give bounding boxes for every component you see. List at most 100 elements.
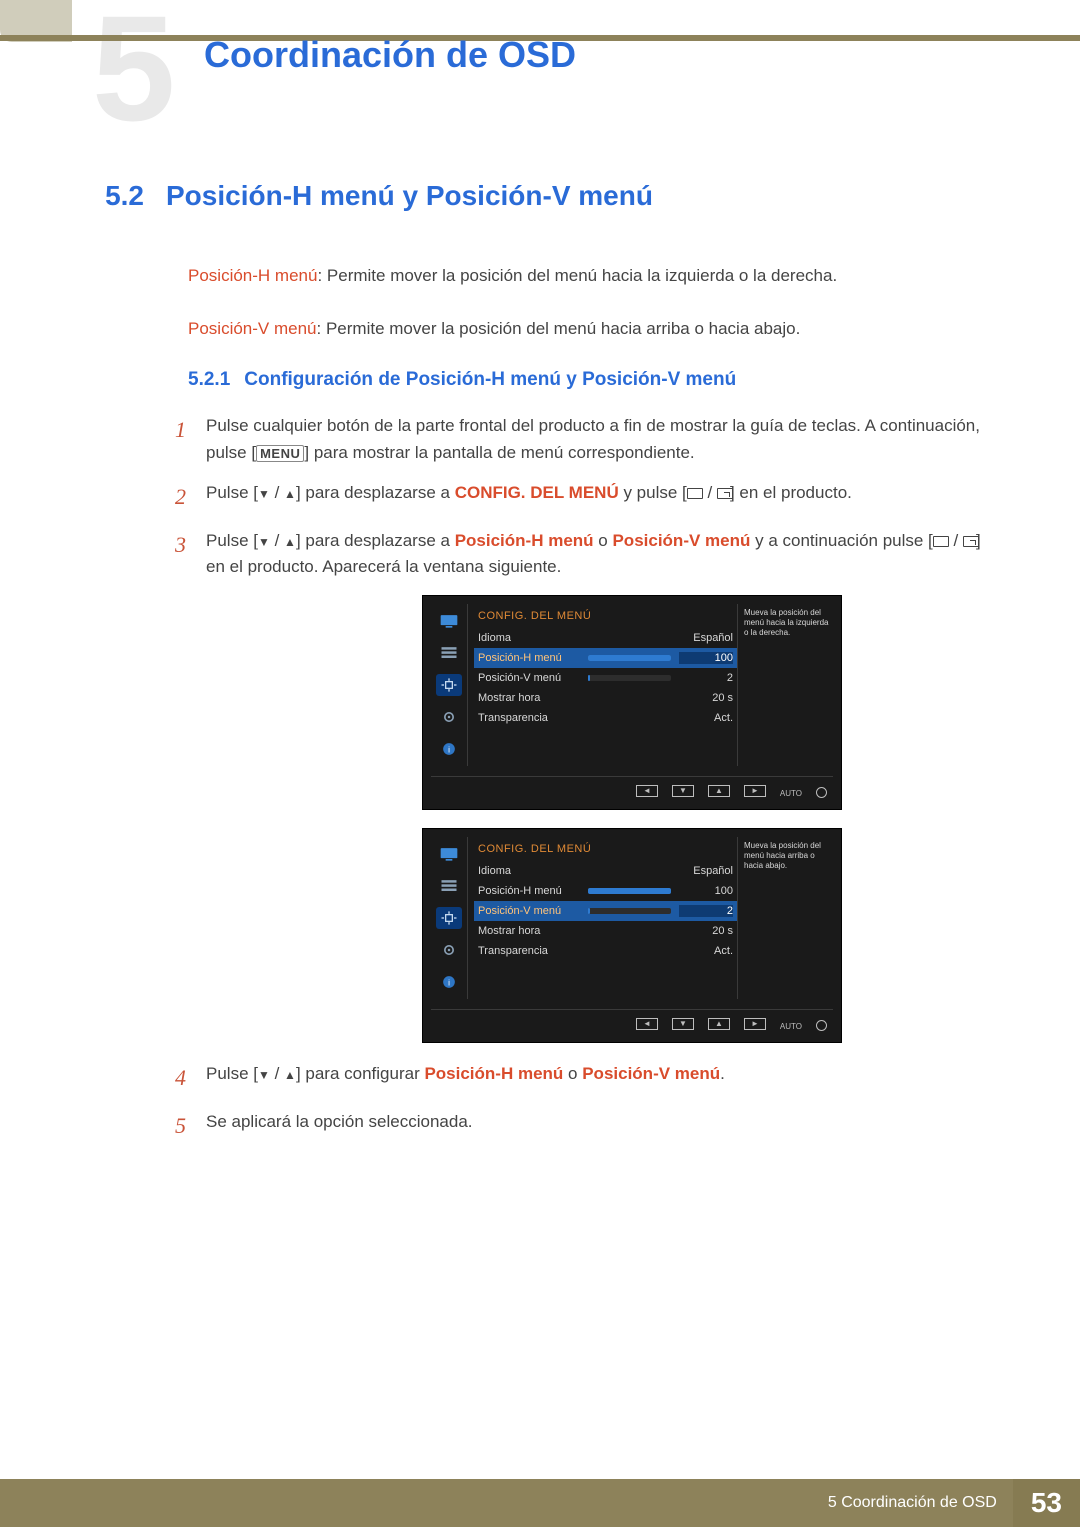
osd-title: CONFIG. DEL MENÚ	[474, 608, 737, 628]
tab-list-icon	[436, 875, 462, 897]
subsection-number: 5.2.1	[188, 369, 230, 390]
up-icon	[284, 1064, 296, 1083]
tab-picture-icon	[436, 610, 462, 632]
subsection-title: Configuración de Posición-H menú y Posic…	[244, 369, 736, 390]
step-num: 1	[162, 413, 186, 466]
pos-v-highlight: Posición-V menú	[582, 1064, 720, 1083]
tab-list-icon	[436, 642, 462, 664]
label: Transparencia	[478, 945, 588, 957]
nav-left-icon: ◄	[636, 1018, 658, 1030]
tab-settings-icon	[436, 939, 462, 961]
nav-right-icon: ►	[744, 785, 766, 797]
section-number: 5.2	[92, 180, 144, 212]
config-menu-highlight: CONFIG. DEL MENÚ	[455, 483, 619, 502]
label: Posición-V menú	[478, 905, 588, 917]
power-icon	[816, 785, 827, 803]
value: Act.	[679, 945, 733, 957]
footer-label: 5 Coordinación de OSD	[812, 1479, 1013, 1527]
subsection-heading: 5.2.1 Configuración de Posición-H menú y …	[188, 369, 1000, 391]
value: 2	[679, 905, 733, 917]
step-4: 4 Pulse [ / ] para configurar Posición-H…	[162, 1061, 1000, 1095]
step-2: 2 Pulse [ / ] para desplazarse a CONFIG.…	[162, 480, 1000, 514]
nav-down-icon: ▼	[672, 1018, 694, 1030]
label: Transparencia	[478, 712, 588, 724]
steps-list: 1 Pulse cualquier botón de la parte fron…	[162, 413, 1000, 1143]
step-content: Se aplicará la opción seleccionada.	[206, 1109, 1000, 1143]
step-num: 4	[162, 1061, 186, 1095]
osd-hint: Mueva la posición del menú hacia arriba …	[737, 837, 833, 999]
nav-right-icon: ►	[744, 1018, 766, 1030]
osd-row-mostrar: Mostrar hora 20 s	[474, 921, 737, 941]
label: Idioma	[478, 865, 588, 877]
pos-h-highlight: Posición-H menú	[455, 531, 594, 550]
tab-picture-icon	[436, 843, 462, 865]
label: Mostrar hora	[478, 925, 588, 937]
osd-main: CONFIG. DEL MENÚ IdiomaEspañol Posición-…	[467, 604, 737, 766]
down-icon	[258, 1064, 270, 1083]
slider	[588, 675, 671, 681]
osd-tab-strip: i	[431, 604, 467, 766]
osd-hint: Mueva la posición del menú hacia la izqu…	[737, 604, 833, 766]
osd-row-pos-h-selected: Posición-H menú100	[474, 648, 737, 668]
osd-title: CONFIG. DEL MENÚ	[474, 841, 737, 861]
text: .	[720, 1064, 725, 1083]
text: ] para desplazarse a	[296, 483, 455, 502]
value: Act.	[679, 712, 733, 724]
value: 20 s	[679, 925, 733, 937]
def-pos-h-text: : Permite mover la posición del menú hac…	[317, 266, 837, 285]
step-content: Pulse cualquier botón de la parte fronta…	[206, 413, 1000, 466]
tab-position-icon	[436, 907, 462, 929]
chapter-number-ghost: 5	[92, 0, 175, 155]
osd-row-transp: Transparencia Act.	[474, 941, 737, 961]
slider	[588, 888, 671, 894]
text: o	[594, 531, 613, 550]
osd-row-idioma: IdiomaEspañol	[474, 861, 737, 881]
osd-main: CONFIG. DEL MENÚ IdiomaEspañol Posición-…	[467, 837, 737, 999]
osd-row-mostrar: Mostrar hora 20 s	[474, 688, 737, 708]
osd-screenshot-pos-h: i CONFIG. DEL MENÚ IdiomaEspañol Posició…	[422, 595, 842, 810]
rect-icon	[687, 483, 703, 502]
def-pos-v: Posición-V menú: Permite mover la posici…	[188, 317, 1000, 342]
step-5: 5 Se aplicará la opción seleccionada.	[162, 1109, 1000, 1143]
label: Posición-H menú	[478, 885, 588, 897]
label: Posición-H menú	[478, 652, 588, 664]
page-footer: 5 Coordinación de OSD 53	[0, 1479, 1080, 1527]
up-icon	[284, 531, 296, 550]
value: 20 s	[679, 692, 733, 704]
slider	[588, 655, 671, 661]
text: Pulse [	[206, 1064, 258, 1083]
svg-text:i: i	[448, 744, 450, 754]
label: Mostrar hora	[478, 692, 588, 704]
osd-tab-strip: i	[431, 837, 467, 999]
text: o	[563, 1064, 582, 1083]
osd-row-idioma: IdiomaEspañol	[474, 628, 737, 648]
enter-icon	[717, 483, 730, 502]
text: y pulse [	[619, 483, 687, 502]
enter-icon	[963, 531, 976, 550]
text: ] para configurar	[296, 1064, 425, 1083]
svg-text:i: i	[448, 977, 450, 987]
pos-h-highlight: Posición-H menú	[424, 1064, 563, 1083]
value: 100	[679, 885, 733, 897]
osd-row-pos-v: Posición-V menú2	[474, 668, 737, 688]
tab-info-icon: i	[436, 971, 462, 993]
label: Posición-V menú	[478, 672, 588, 684]
step-content: Pulse [ / ] para desplazarse a Posición-…	[206, 528, 1000, 581]
nav-down-icon: ▼	[672, 785, 694, 797]
menu-key: MENU	[256, 445, 304, 462]
pos-v-highlight: Posición-V menú	[612, 531, 750, 550]
osd-footer: ◄ ▼ ▲ ► AUTO	[431, 776, 833, 805]
down-icon	[258, 531, 270, 550]
term-pos-v: Posición-V menú	[188, 319, 317, 338]
nav-up-icon: ▲	[708, 1018, 730, 1030]
text: Pulse [	[206, 483, 258, 502]
auto-label: AUTO	[780, 1022, 802, 1031]
text: ] en el producto.	[730, 483, 852, 502]
osd-row-transp: Transparencia Act.	[474, 708, 737, 728]
text: y a continuación pulse [	[750, 531, 932, 550]
text: ] para desplazarse a	[296, 531, 455, 550]
nav-left-icon: ◄	[636, 785, 658, 797]
page-body: 5.2 Posición-H menú y Posición-V menú Po…	[92, 180, 1000, 1157]
osd-row-pos-v-selected: Posición-V menú 2	[474, 901, 737, 921]
step-content: Pulse [ / ] para configurar Posición-H m…	[206, 1061, 1000, 1095]
